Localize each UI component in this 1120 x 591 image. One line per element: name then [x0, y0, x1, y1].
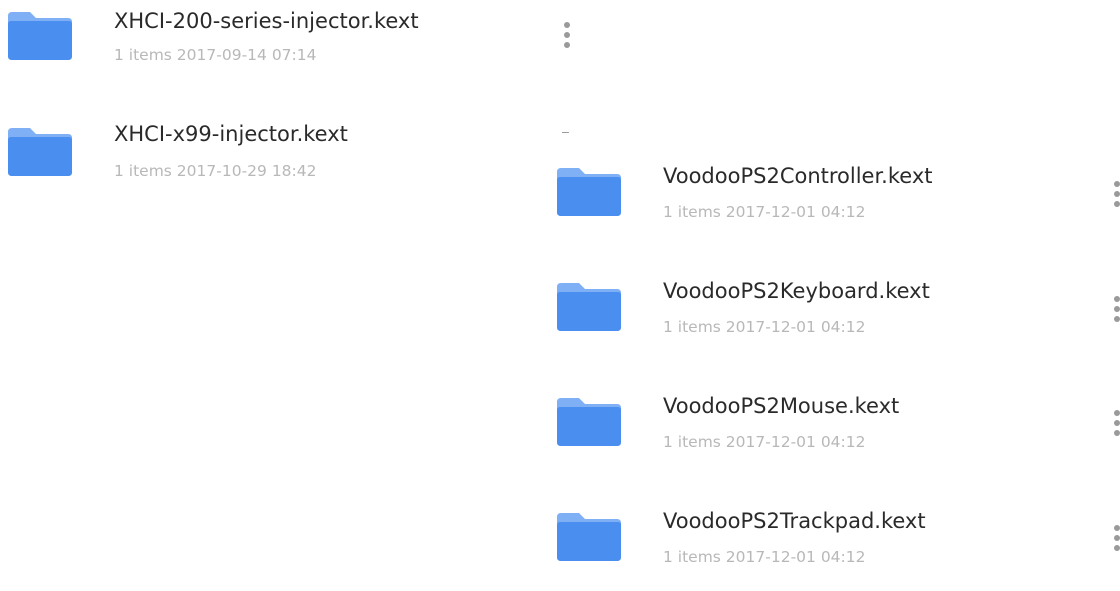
folder-icon	[557, 166, 621, 216]
list-item[interactable]: VoodooPS2Trackpad.kext 1 items 2017-12-0…	[557, 509, 1077, 591]
folder-icon	[557, 281, 621, 331]
file-name: VoodooPS2Keyboard.kext	[663, 279, 930, 303]
file-meta: 1 items 2017-10-29 18:42	[114, 162, 317, 180]
folder-icon	[557, 396, 621, 446]
file-name: XHCI-x99-injector.kext	[114, 122, 348, 146]
more-vert-icon[interactable]	[1107, 520, 1120, 556]
list-item[interactable]: XHCI-x99-injector.kext 1 items 2017-10-2…	[8, 122, 568, 206]
file-name: XHCI-200-series-injector.kext	[114, 9, 419, 33]
more-vert-icon[interactable]	[557, 17, 577, 53]
list-item[interactable]: VoodooPS2Controller.kext 1 items 2017-12…	[557, 164, 1077, 246]
list-item[interactable]: XHCI-200-series-injector.kext 1 items 20…	[8, 9, 588, 90]
file-name: VoodooPS2Controller.kext	[663, 164, 933, 188]
file-meta: 1 items 2017-12-01 04:12	[663, 318, 866, 336]
more-vert-icon[interactable]	[1107, 176, 1120, 212]
list-item[interactable]: VoodooPS2Mouse.kext 1 items 2017-12-01 0…	[557, 394, 1077, 476]
file-meta: 1 items 2017-12-01 04:12	[663, 548, 866, 566]
folder-icon	[8, 126, 72, 176]
list-item[interactable]: VoodooPS2Keyboard.kext 1 items 2017-12-0…	[557, 279, 1077, 361]
file-name: VoodooPS2Trackpad.kext	[663, 509, 926, 533]
folder-icon	[557, 511, 621, 561]
file-meta: 1 items 2017-09-14 07:14	[114, 46, 317, 64]
divider	[562, 132, 569, 133]
file-meta: 1 items 2017-12-01 04:12	[663, 203, 866, 221]
folder-icon	[8, 10, 72, 60]
file-name: VoodooPS2Mouse.kext	[663, 394, 900, 418]
more-vert-icon[interactable]	[1107, 405, 1120, 441]
more-vert-icon[interactable]	[1107, 291, 1120, 327]
file-meta: 1 items 2017-12-01 04:12	[663, 433, 866, 451]
